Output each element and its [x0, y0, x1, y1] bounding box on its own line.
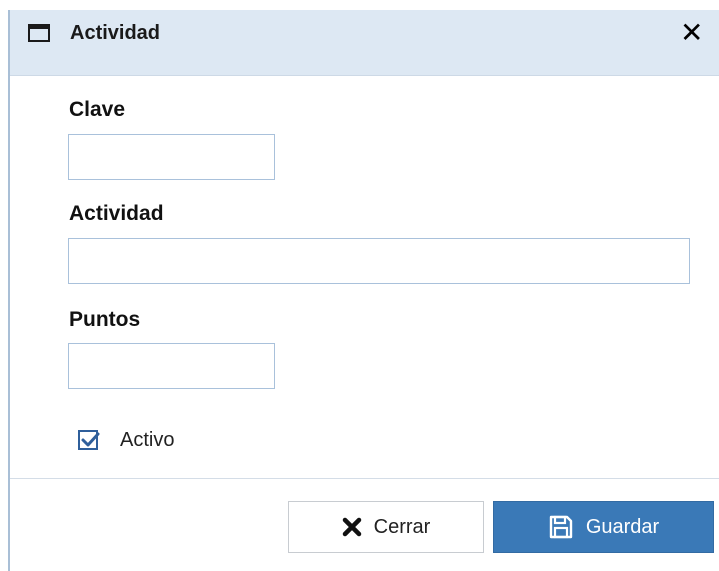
window-icon: [28, 24, 50, 42]
activo-checkbox-row[interactable]: Activo: [78, 425, 174, 455]
cerrar-button[interactable]: Cerrar: [288, 501, 484, 553]
close-icon[interactable]: ✕: [680, 19, 703, 47]
x-icon: [342, 517, 362, 537]
puntos-input[interactable]: [68, 343, 275, 389]
clave-input[interactable]: [68, 134, 275, 180]
footer-divider: [10, 478, 719, 479]
guardar-button[interactable]: Guardar: [493, 501, 714, 553]
cerrar-label: Cerrar: [373, 515, 431, 538]
check-icon: [81, 432, 100, 447]
activo-label: Activo: [120, 428, 175, 451]
save-icon: [548, 514, 574, 540]
actividad-dialog: Actividad ✕ Clave Actividad Puntos Activ…: [0, 0, 719, 571]
dialog-left-border: [8, 10, 10, 571]
clave-label: Clave: [69, 98, 126, 121]
actividad-label: Actividad: [69, 202, 164, 225]
puntos-label: Puntos: [69, 308, 141, 331]
actividad-input[interactable]: [68, 238, 690, 284]
guardar-label: Guardar: [585, 515, 660, 538]
dialog-title: Actividad: [70, 22, 161, 44]
activo-checkbox[interactable]: [78, 430, 100, 450]
